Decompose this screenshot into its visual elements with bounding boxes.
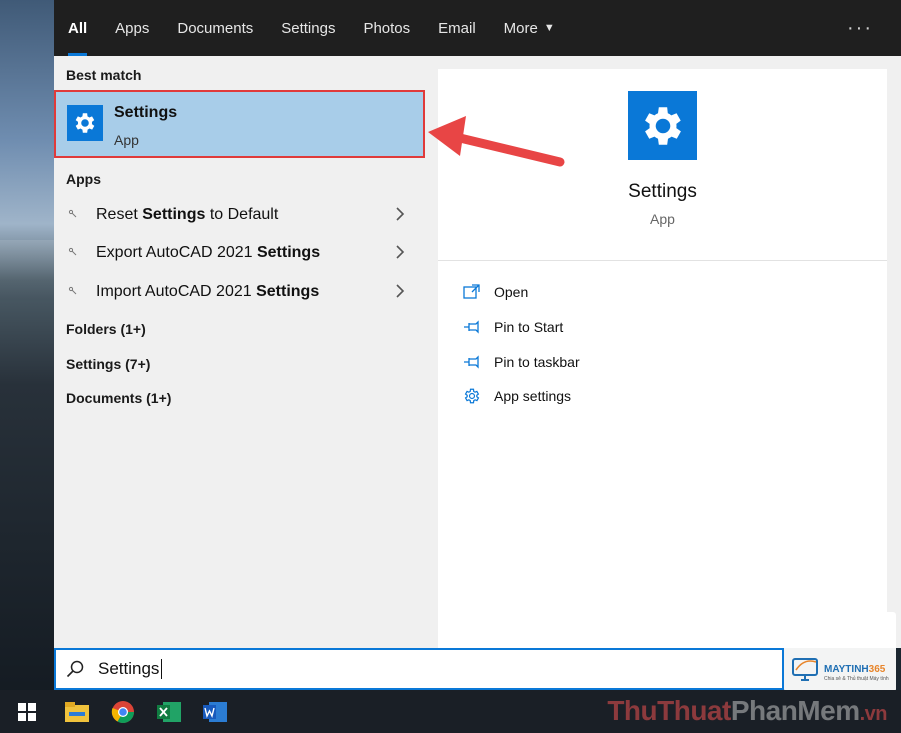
action-app-settings[interactable]: App settings — [462, 384, 571, 408]
chevron-right-icon[interactable] — [395, 282, 405, 303]
tab-photos[interactable]: Photos — [349, 0, 424, 56]
gear-icon — [67, 105, 103, 141]
desktop-wallpaper — [0, 0, 54, 700]
search-icon — [66, 660, 88, 678]
action-app-settings-label: App settings — [494, 388, 572, 404]
settings-link-icon — [68, 209, 80, 222]
action-open-label: Open — [494, 284, 529, 300]
preview-subtitle: App — [650, 211, 675, 227]
chevron-right-icon[interactable] — [395, 243, 405, 264]
search-scope-tabs: All Apps Documents Settings Photos Email… — [54, 0, 901, 56]
search-input[interactable]: Settings — [98, 658, 163, 680]
settings-link-icon — [68, 286, 80, 299]
tab-more-label: More — [503, 19, 538, 37]
tab-settings[interactable]: Settings — [267, 0, 349, 56]
group-folders[interactable]: Folders (1+) — [66, 321, 146, 337]
results-pane: Best match Settings App Apps Reset Setti… — [54, 56, 425, 648]
app-result-import[interactable]: Import AutoCAD 2021 Settings — [54, 274, 425, 310]
chrome-icon[interactable] — [100, 690, 146, 733]
gear-icon — [628, 91, 697, 160]
search-input-value: Settings — [98, 658, 160, 678]
monitor-logo-icon — [792, 658, 818, 681]
site-watermark: ThuThuatPhanMem.vn — [607, 695, 887, 726]
watermark-logo: MAYTINH365 Chia sẻ & Thủ thuật Máy tính — [784, 612, 896, 692]
best-match-settings[interactable]: Settings App — [54, 90, 425, 158]
action-pin-start-label: Pin to Start — [494, 319, 564, 335]
action-pin-taskbar[interactable]: Pin to taskbar — [462, 350, 580, 374]
logo-name: MAYTINH365 — [824, 664, 886, 675]
group-settings[interactable]: Settings (7+) — [66, 356, 150, 372]
settings-link-icon — [68, 247, 80, 260]
app-result-reset[interactable]: Reset Settings to Default — [54, 197, 425, 233]
logo-tagline: Chia sẻ & Thủ thuật Máy tính — [824, 676, 889, 682]
best-match-title: Settings — [114, 104, 178, 121]
search-box[interactable]: Settings — [54, 648, 784, 690]
pin-icon — [462, 317, 482, 337]
chevron-right-icon[interactable] — [395, 205, 405, 226]
tab-email[interactable]: Email — [424, 0, 490, 56]
app-result-label: Import AutoCAD 2021 Settings — [96, 283, 320, 300]
more-options-button[interactable]: ··· — [819, 0, 901, 56]
chevron-down-icon: ▼ — [543, 22, 555, 34]
text-cursor — [161, 659, 163, 680]
excel-icon[interactable] — [146, 690, 192, 733]
divider — [438, 260, 887, 261]
pin-icon — [462, 352, 482, 372]
group-documents[interactable]: Documents (1+) — [66, 390, 171, 406]
windows-start-icon[interactable] — [0, 690, 54, 733]
apps-header: Apps — [66, 171, 101, 187]
action-open[interactable]: Open — [462, 280, 528, 304]
tab-all[interactable]: All — [54, 0, 101, 56]
action-pin-start[interactable]: Pin to Start — [462, 315, 563, 339]
app-result-label: Reset Settings to Default — [96, 206, 279, 223]
best-match-header: Best match — [66, 67, 142, 83]
word-icon[interactable] — [192, 690, 238, 733]
annotation-arrow — [428, 116, 565, 167]
preview-title: Settings — [628, 181, 697, 202]
file-explorer-icon[interactable] — [54, 690, 100, 733]
app-result-export[interactable]: Export AutoCAD 2021 Settings — [54, 235, 425, 271]
action-pin-taskbar-label: Pin to taskbar — [494, 354, 580, 370]
gear-icon — [462, 386, 482, 406]
best-match-subtitle: App — [114, 132, 139, 148]
app-result-label: Export AutoCAD 2021 Settings — [96, 244, 321, 261]
open-icon — [462, 282, 482, 302]
tab-apps[interactable]: Apps — [101, 0, 163, 56]
tab-more[interactable]: More ▼ — [490, 0, 569, 56]
tab-documents[interactable]: Documents — [163, 0, 267, 56]
